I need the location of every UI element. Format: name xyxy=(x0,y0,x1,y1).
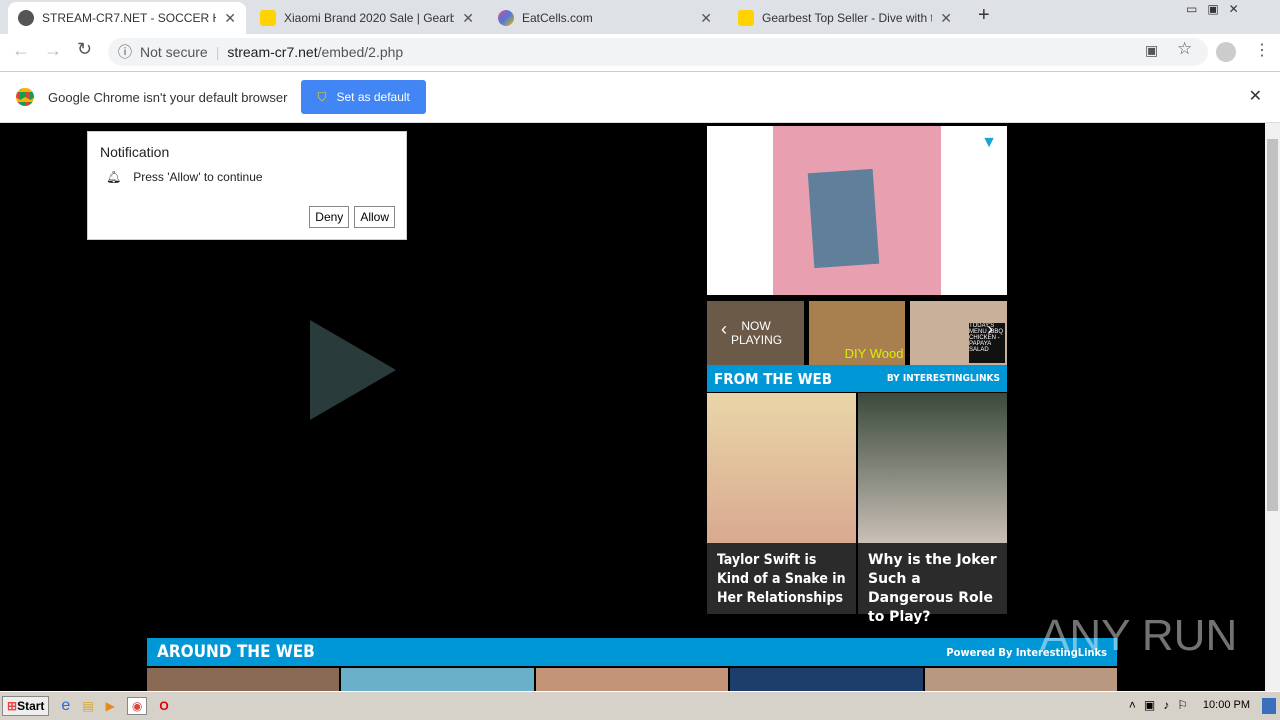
close-icon[interactable]: ✕ xyxy=(940,10,952,27)
close-icon[interactable]: ✕ xyxy=(224,10,236,27)
url-path: /embed/2.php xyxy=(317,44,404,60)
tab-title: EatCells.com xyxy=(522,11,593,25)
tab-title: STREAM-CR7.NET - SOCCER HD Pla xyxy=(42,11,216,25)
now-playing-label: NOW PLAYING xyxy=(731,319,783,347)
scrollbar[interactable] xyxy=(1265,123,1280,691)
button-label: Set as default xyxy=(336,90,410,104)
around-the-web-thumbs xyxy=(147,668,1118,691)
thumb[interactable] xyxy=(924,668,1118,691)
play-button[interactable] xyxy=(310,320,396,420)
anyrun-watermark: ANY RUN xyxy=(1040,611,1238,660)
notification-title: Notification xyxy=(100,144,170,160)
opera-icon[interactable]: O xyxy=(159,699,168,713)
notification-popup: Notification 🔔︎ Press 'Allow' to continue… xyxy=(87,131,407,240)
shield-icon: ⛉ xyxy=(317,89,327,104)
clock: 10:00 PM xyxy=(1202,699,1250,711)
article-title: Why is the Joker Such a Dangerous Role t… xyxy=(868,552,997,625)
start-label: Start xyxy=(17,699,45,713)
tab-title: Xiaomi Brand 2020 Sale | Gearbest xyxy=(284,11,455,25)
set-as-default-button[interactable]: ⛉ Set as default xyxy=(301,80,426,114)
eatcells-icon xyxy=(498,10,514,26)
tab-eatcells[interactable]: EatCells.com ✕ xyxy=(488,2,722,34)
close-infobar-button[interactable]: ✕ xyxy=(1249,86,1262,106)
deny-button[interactable]: Deny xyxy=(309,206,350,228)
media-player-icon[interactable]: ▶ xyxy=(106,699,115,713)
bookmark-star-icon[interactable]: ☆ xyxy=(1177,39,1192,59)
windows-logo-icon: ⊞ xyxy=(7,699,18,713)
info-icon[interactable]: ⓘ xyxy=(118,42,132,62)
notification-message: Press 'Allow' to continue xyxy=(133,170,263,184)
toolbar: ← → ↻ ⓘ Not secure | stream-cr7.net/embe… xyxy=(0,34,1280,72)
article-title: Taylor Swift is Kind of a Snake in Her R… xyxy=(717,552,846,606)
explorer-icon[interactable]: ▤ xyxy=(82,699,93,713)
section-title: AROUND THE WEB xyxy=(157,642,315,662)
thumb[interactable] xyxy=(535,668,729,691)
thumb-caption: DIY Wood xyxy=(844,346,904,361)
carousel-thumb[interactable]: TODAY'S MENU -BBQ CHICKEN -PAPAYA SALAD … xyxy=(910,301,1008,365)
article-card[interactable]: Taylor Swift is Kind of a Snake in Her R… xyxy=(707,393,856,614)
gearbest-icon xyxy=(260,10,276,26)
reload-button[interactable]: ↻ xyxy=(77,39,92,60)
thumb[interactable] xyxy=(341,668,534,691)
tab-gearbest-xiaomi[interactable]: Xiaomi Brand 2020 Sale | Gearbest ✕ xyxy=(250,2,484,34)
globe-icon xyxy=(18,10,34,26)
carousel-thumb[interactable]: DIY Wood xyxy=(808,301,906,365)
ad-choices-icon[interactable]: ▼ xyxy=(981,134,997,152)
tab-strip: STREAM-CR7.NET - SOCCER HD Pla ✕ Xiaomi … xyxy=(0,0,1280,34)
tab-title: Gearbest Top Seller - Dive with the C xyxy=(762,11,932,25)
thumb[interactable] xyxy=(147,668,340,691)
video-carousel: ‹ NOW PLAYING DIY Wood TODAY'S MENU -BBQ… xyxy=(707,301,1008,365)
forward-button[interactable]: → xyxy=(44,40,62,61)
around-the-web-header: AROUND THE WEB Powered By InterestingLin… xyxy=(147,638,1117,666)
tab-gearbest-top[interactable]: Gearbest Top Seller - Dive with the C ✕ xyxy=(728,2,962,34)
article-image xyxy=(858,393,1007,543)
video-ad[interactable]: ▼ xyxy=(707,126,1007,295)
default-browser-infobar: Google Chrome isn't your default browser… xyxy=(0,72,1280,123)
ie-icon[interactable]: e xyxy=(61,697,70,715)
taskbar: ⊞Start e ▤ ▶ ◉ O ˄▣♪⚐ 10:00 PM xyxy=(0,691,1280,720)
tab-stream[interactable]: STREAM-CR7.NET - SOCCER HD Pla ✕ xyxy=(8,2,246,34)
close-icon[interactable]: ✕ xyxy=(700,10,712,27)
chrome-taskbar-icon[interactable]: ◉ xyxy=(126,697,148,715)
article-card[interactable]: Why is the Joker Such a Dangerous Role t… xyxy=(858,393,1007,625)
bell-icon: 🔔︎ xyxy=(106,170,122,184)
start-button[interactable]: ⊞Start xyxy=(2,696,50,716)
allow-button[interactable]: Allow xyxy=(354,206,395,228)
section-title: FROM THE WEB xyxy=(714,369,833,388)
new-tab-button[interactable]: + xyxy=(978,4,990,27)
prev-arrow-icon[interactable]: ‹ xyxy=(721,319,727,340)
back-button[interactable]: ← xyxy=(12,40,30,61)
system-tray-icons[interactable]: ˄▣♪⚐ xyxy=(1129,698,1196,712)
page-content: Notification 🔔︎ Press 'Allow' to continue… xyxy=(0,123,1265,691)
address-bar[interactable]: ⓘ Not secure | stream-cr7.net/embed/2.ph… xyxy=(108,38,1208,66)
infobar-message: Google Chrome isn't your default browser xyxy=(48,89,288,105)
close-icon[interactable]: ✕ xyxy=(462,10,474,27)
provider-label[interactable]: BY INTERESTINGLINKS xyxy=(887,373,1000,384)
next-arrow-icon[interactable]: › xyxy=(987,319,993,340)
menu-icon[interactable]: ⋮ xyxy=(1254,40,1270,60)
profile-avatar[interactable] xyxy=(1216,42,1236,62)
thumb[interactable] xyxy=(730,668,923,691)
chrome-logo-icon xyxy=(16,88,34,106)
security-label: Not secure xyxy=(140,44,208,60)
article-image xyxy=(707,393,856,543)
gearbest-icon xyxy=(738,10,754,26)
window-controls[interactable]: ▭▣✕ xyxy=(1186,2,1249,16)
from-the-web-header: FROM THE WEB BY INTERESTINGLINKS xyxy=(707,365,1007,392)
url-host: stream-cr7.net xyxy=(227,44,318,60)
carousel-thumb[interactable]: ‹ NOW PLAYING xyxy=(707,301,804,365)
popup-blocked-icon[interactable]: ▣ xyxy=(1145,42,1158,59)
ad-image xyxy=(773,126,941,295)
show-desktop-button[interactable] xyxy=(1262,698,1276,714)
